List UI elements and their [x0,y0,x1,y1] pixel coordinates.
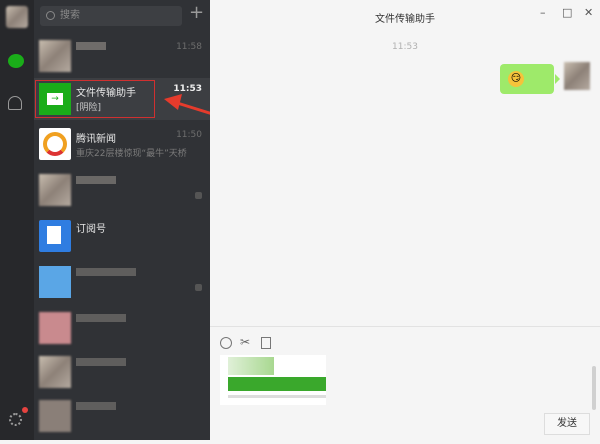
file-transfer-icon: → [39,83,71,115]
self-avatar[interactable] [564,62,590,90]
avatar [39,356,71,388]
chat-item-subscriptions[interactable]: 订阅号 [34,214,210,264]
avatar [39,266,71,298]
search-icon [46,11,55,20]
blurred-name [76,268,136,276]
pasted-image[interactable] [220,355,326,405]
blurred-name [76,176,116,184]
mute-icon [195,192,202,199]
contacts-icon[interactable] [8,96,22,110]
emoji-icon[interactable] [220,337,232,349]
chat-item[interactable] [34,306,210,356]
add-button[interactable]: + [189,2,204,23]
blurred-name [76,314,126,322]
avatar [39,40,71,72]
chat-item[interactable] [34,394,210,444]
chat-icon[interactable] [8,54,24,68]
settings-icon[interactable] [9,413,22,426]
avatar [39,400,71,432]
chat-window: 文件传输助手 – □ ✕ 11:53 😏 ✂ 发送 [210,0,600,440]
message-timestamp: 11:53 [392,42,418,52]
avatar[interactable] [6,6,28,28]
minimize-button[interactable]: – [540,6,546,19]
chat-item[interactable] [34,350,210,400]
message-bubble[interactable]: 😏 [500,64,560,94]
notification-dot [22,407,28,413]
nav-bar [0,0,34,440]
blurred-name [76,402,116,410]
sneer-emoji-icon: 😏 [508,71,524,87]
tencent-news-icon [39,128,71,160]
mute-icon [195,284,202,291]
scissors-icon[interactable]: ✂ [240,335,250,349]
file-icon[interactable] [261,337,271,349]
close-button[interactable]: ✕ [584,6,593,19]
blurred-name [76,42,106,50]
avatar [39,312,71,344]
chat-list: 搜索 + 11:58 → 文件传输助手 [阴险] 11:53 腾讯新闻 重庆22… [34,0,210,440]
subscription-icon [39,220,71,252]
maximize-button[interactable]: □ [562,6,572,19]
search-input[interactable]: 搜索 [40,6,182,26]
chat-item[interactable] [34,260,210,310]
chat-item[interactable]: 11:58 [34,34,210,84]
send-button[interactable]: 发送 [544,413,590,435]
group-avatar [39,174,71,206]
input-area[interactable]: ✂ 发送 [210,326,600,440]
chat-item[interactable] [34,168,210,218]
blurred-name [76,358,126,366]
